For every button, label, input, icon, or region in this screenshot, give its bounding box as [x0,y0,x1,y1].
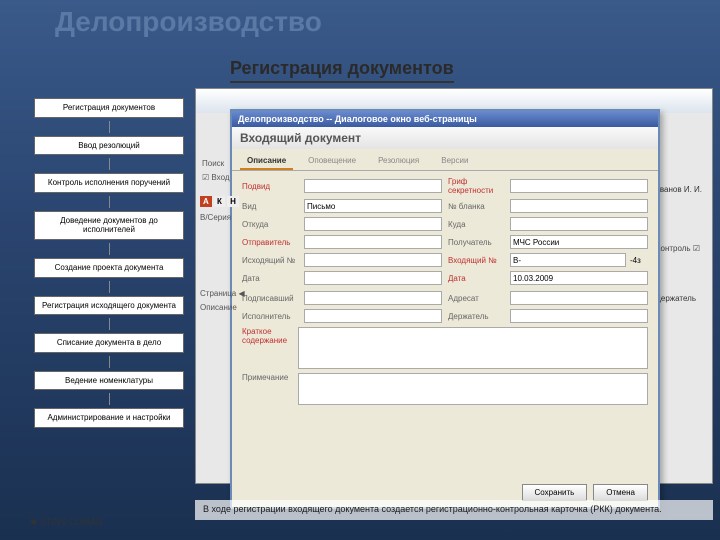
dialog-body: Подвид Гриф секретности Вид № бланка Отк… [232,171,658,415]
inp-poluchatel[interactable] [510,235,648,249]
inp-blank[interactable] [510,199,648,213]
slide-description: В ходе регистрации входящего документа с… [195,500,713,520]
ta-primechanie[interactable] [298,373,648,405]
bg-search-label: Поиск [202,159,224,168]
dialog-footer: Сохранить Отмена [522,484,648,501]
bg-opisanie: Описание [200,303,237,312]
lbl-kuda: Куда [448,220,506,229]
lbl-ispolnitel: Исполнитель [242,312,300,321]
lbl-otpravitel: Отправитель [242,238,300,247]
flow-step-outgoing[interactable]: Регистрация исходящего документа [34,296,184,316]
lbl-kratkoe: Краткое содержание [242,327,292,345]
lbl-grif: Гриф секретности [448,177,506,195]
lbl-adresat: Адресат [448,294,506,303]
inp-vid[interactable] [304,199,442,213]
tab-notification[interactable]: Оповещение [301,153,363,170]
bg-akn[interactable]: А К Н [200,197,239,206]
lbl-blank: № бланка [448,202,506,211]
flow-step-archive[interactable]: Списание документа в дело [34,333,184,353]
flow-step-draft[interactable]: Создание проекта документа [34,258,184,278]
inp-otkuda[interactable] [304,217,442,231]
vhno-suffix: -4з [630,256,641,265]
tab-description[interactable]: Описание [240,153,293,170]
bg-stranitsa: Страница ◀ [200,289,245,298]
lbl-vid: Вид [242,202,300,211]
inp-grif[interactable] [510,179,648,193]
lbl-data1: Дата [242,274,300,283]
dialog-tabs: Описание Оповещение Резолюция Версии [232,149,658,171]
inp-adresat[interactable] [510,291,648,305]
app-window: Пользователь: Иванов И. И. Контроль ☑ Де… [195,88,713,484]
doc-title: Входящий документ [240,131,650,145]
tab-versions[interactable]: Версии [434,153,475,170]
inp-ishno[interactable] [304,253,442,267]
dialog-titlebar: Делопроизводство -- Диалоговое окно веб-… [232,111,658,127]
flow-step-admin[interactable]: Администрирование и настройки [34,408,184,428]
inp-derzhatel[interactable] [510,309,648,323]
lbl-ishno: Исходящий № [242,256,300,265]
holder-label: Держатель [655,294,696,303]
lbl-podvid: Подвид [242,182,300,191]
inp-otpravitel[interactable] [304,235,442,249]
slide-subtitle: Регистрация документов [230,58,454,83]
modal-dialog: Делопроизводство -- Диалоговое окно веб-… [230,109,660,509]
inp-ispolnitel[interactable] [304,309,442,323]
bg-control-link[interactable]: Контроль ☑ [656,244,700,253]
bg-vseriya: В/Серия [200,213,231,222]
lbl-poluchatel: Получатель [448,238,506,247]
inp-data1[interactable] [304,271,442,285]
flow-step-delivery[interactable]: Доведение документов до исполнителей [34,211,184,240]
save-button[interactable]: Сохранить [522,484,588,501]
flow-step-control[interactable]: Контроль исполнения поручений [34,173,184,193]
inp-kuda[interactable] [510,217,648,231]
lbl-otkuda: Откуда [242,220,300,229]
inp-podvid[interactable] [304,179,442,193]
inp-vhno[interactable] [510,253,626,267]
lbl-derzhatel: Держатель [448,312,506,321]
lbl-podpisavshiy: Подписавший [242,294,300,303]
inp-data2[interactable] [510,271,648,285]
cancel-button[interactable]: Отмена [593,484,648,501]
lbl-data2: Дата [448,274,506,283]
flow-step-resolutions[interactable]: Ввод резолюций [34,136,184,156]
bg-vhod-label: ☑ Вход [202,173,230,182]
tab-resolution[interactable]: Резолюция [371,153,426,170]
slide-title: Делопроизводство [55,6,322,38]
flow-sidebar: Регистрация документов Ввод резолюций Ко… [34,98,184,428]
ta-kratkoe[interactable] [298,327,648,369]
lbl-primechanie: Примечание [242,373,292,382]
lbl-vhno: Входящий № [448,256,506,265]
company-logo: ✱ STINS COMAN [30,517,103,528]
flow-step-registration[interactable]: Регистрация документов [34,98,184,118]
inp-podpisavshiy[interactable] [304,291,442,305]
dialog-header: Входящий документ [232,127,658,149]
flow-step-nomenclature[interactable]: Ведение номенклатуры [34,371,184,391]
